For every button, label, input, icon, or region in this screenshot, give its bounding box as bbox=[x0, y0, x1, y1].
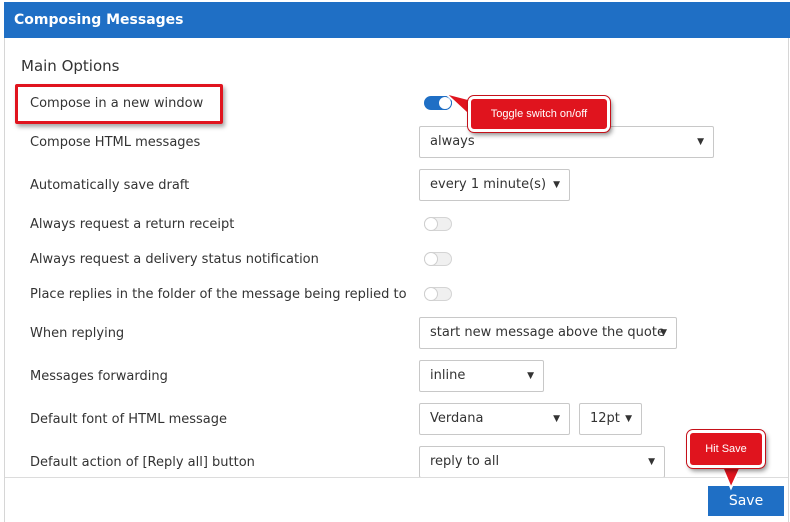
callout-hit-save: Hit Save bbox=[686, 429, 766, 469]
compose-window-label: Compose in a new window bbox=[30, 96, 204, 111]
chevron-down-icon: ▼ bbox=[660, 328, 667, 338]
auto-save-value: every 1 minute(s) bbox=[430, 177, 547, 192]
default-font-label: Default font of HTML message bbox=[30, 412, 228, 427]
replies-folder-label: Place replies in the folder of the messa… bbox=[30, 287, 407, 302]
when-replying-value: start new message above the quote bbox=[430, 325, 665, 340]
forwarding-select[interactable]: inline ▼ bbox=[419, 360, 544, 392]
font-size-select[interactable]: 12pt ▼ bbox=[579, 403, 642, 435]
callout-toggle-text: Toggle switch on/off bbox=[490, 108, 588, 120]
reply-all-label: Default action of [Reply all] button bbox=[30, 455, 255, 470]
compose-html-value: always bbox=[430, 134, 475, 149]
auto-save-select[interactable]: every 1 minute(s) ▼ bbox=[419, 169, 570, 201]
callout-save-text: Hit Save bbox=[705, 443, 747, 455]
reply-all-select[interactable]: reply to all ▼ bbox=[419, 446, 665, 478]
return-receipt-label: Always request a return receipt bbox=[30, 217, 235, 232]
chevron-down-icon: ▼ bbox=[553, 414, 560, 424]
replies-folder-toggle[interactable] bbox=[424, 287, 452, 301]
delivery-status-label: Always request a delivery status notific… bbox=[30, 252, 319, 267]
return-receipt-toggle[interactable] bbox=[424, 217, 452, 231]
reply-all-value: reply to all bbox=[430, 454, 500, 469]
delivery-status-toggle[interactable] bbox=[424, 252, 452, 266]
compose-html-label: Compose HTML messages bbox=[30, 135, 201, 150]
toggle-knob bbox=[424, 252, 438, 266]
forwarding-label: Messages forwarding bbox=[30, 369, 168, 384]
section-title: Main Options bbox=[21, 57, 120, 75]
chevron-down-icon: ▼ bbox=[697, 137, 704, 147]
forwarding-value: inline bbox=[430, 368, 466, 383]
chevron-down-icon: ▼ bbox=[553, 180, 560, 190]
font-family-select[interactable]: Verdana ▼ bbox=[419, 403, 570, 435]
font-size-value: 12pt bbox=[590, 411, 620, 426]
font-family-value: Verdana bbox=[430, 411, 484, 426]
toggle-knob bbox=[424, 217, 438, 231]
callout-toggle-switch: Toggle switch on/off bbox=[467, 95, 611, 133]
chevron-down-icon: ▼ bbox=[625, 414, 632, 424]
auto-save-label: Automatically save draft bbox=[30, 178, 190, 193]
dialog-title: Composing Messages bbox=[14, 12, 184, 28]
chevron-down-icon: ▼ bbox=[527, 371, 534, 381]
when-replying-label: When replying bbox=[30, 326, 125, 341]
footer-divider bbox=[5, 477, 788, 478]
dialog-header: Composing Messages bbox=[4, 2, 790, 38]
chevron-down-icon: ▼ bbox=[648, 457, 655, 467]
toggle-knob bbox=[424, 287, 438, 301]
when-replying-select[interactable]: start new message above the quote ▼ bbox=[419, 317, 677, 349]
